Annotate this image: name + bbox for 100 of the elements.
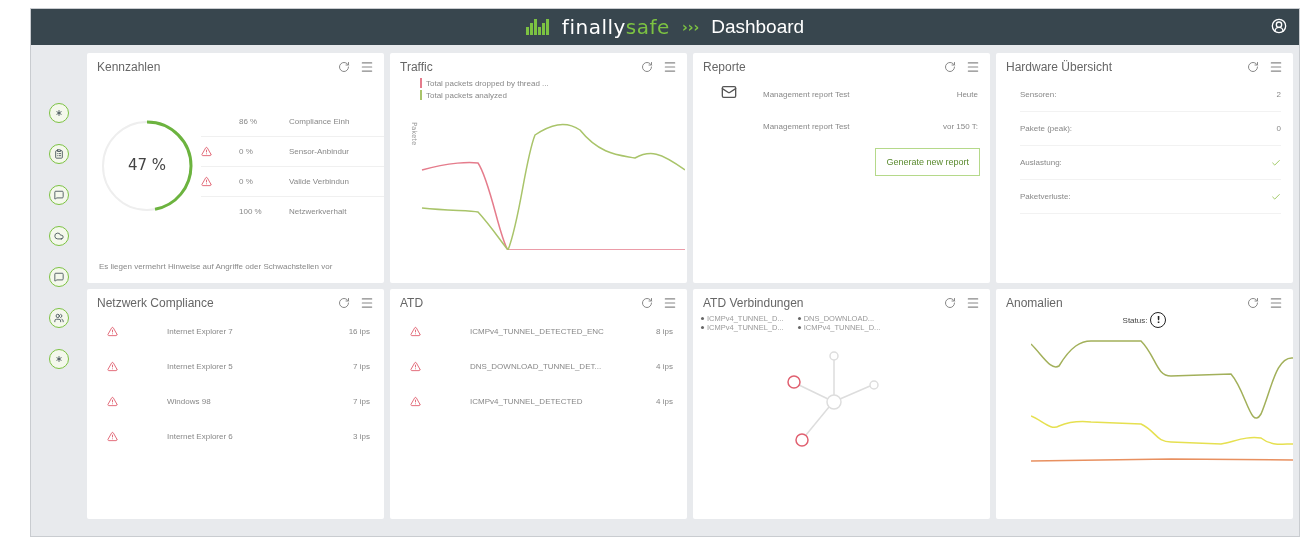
sidebar-button[interactable] <box>49 267 69 287</box>
refresh-button[interactable] <box>641 61 653 73</box>
metric-label: Sensor-Anbindur <box>289 146 351 156</box>
refresh-button[interactable] <box>1247 61 1259 73</box>
report-date: vor 150 T: <box>943 121 978 131</box>
bullet-icon <box>797 317 801 320</box>
warning-icon <box>107 431 118 442</box>
ip-count: 16 ips <box>348 327 370 336</box>
gauge-value: 47 % <box>126 156 168 174</box>
bullet-icon <box>701 317 704 320</box>
graph-node <box>825 394 842 410</box>
hardware-value: 0 <box>1276 124 1281 133</box>
menu-button[interactable] <box>663 60 677 74</box>
ip-count: 4 ips <box>656 397 673 406</box>
menu-button[interactable] <box>360 60 374 74</box>
warning-icon <box>107 361 118 372</box>
refresh-button[interactable] <box>641 297 653 309</box>
ip-count: 3 ips <box>353 432 370 441</box>
mail-icon <box>721 84 737 100</box>
card-title: Netzwerk Compliance <box>97 296 215 310</box>
metric-label: Compliance Einh <box>289 116 351 126</box>
report-name[interactable]: Management report Test <box>763 89 957 99</box>
card-title: Hardware Übersicht <box>1006 60 1114 74</box>
menu-button[interactable] <box>663 296 677 310</box>
sidebar-button[interactable] <box>49 144 69 164</box>
status-message: Es liegen vermehrt Hinweise auf Angriffe oder Schwachstellen vor <box>99 262 333 271</box>
menu-button[interactable] <box>360 296 374 310</box>
graph-edge <box>838 385 871 400</box>
user-button[interactable] <box>1271 18 1287 34</box>
ip-count: 7 ips <box>353 397 370 406</box>
warning-icon <box>107 326 118 337</box>
graph-node <box>828 351 839 361</box>
legend-label: Total packets analyzed <box>426 90 507 100</box>
metric-value: 86 % <box>239 116 259 126</box>
page-title: Dashboard <box>711 16 805 38</box>
asterisk-icon <box>54 108 64 118</box>
sidebar-button[interactable] <box>49 226 69 246</box>
item-name: Internet Explorer 6 <box>167 432 234 441</box>
metric-value: 0 % <box>239 176 254 186</box>
item-name: Windows 98 <box>167 397 212 406</box>
refresh-button[interactable] <box>338 61 350 73</box>
menu-button[interactable] <box>966 60 980 74</box>
ip-count: 7 ips <box>353 362 370 371</box>
chat-icon <box>54 272 64 282</box>
check-icon <box>1271 157 1281 168</box>
clipboard-icon <box>54 149 64 159</box>
sidebar-button[interactable] <box>49 103 69 123</box>
warning-icon <box>201 145 212 157</box>
logo-text: finallysafe <box>561 15 670 39</box>
sidebar-button[interactable] <box>49 308 69 328</box>
metric-value: 100 % <box>239 206 263 216</box>
warning-icon <box>410 361 421 372</box>
check-icon <box>1271 191 1281 202</box>
item-name: Internet Explorer 5 <box>167 362 234 371</box>
ip-count: 8 ips <box>656 327 673 336</box>
card-title: Kennzahlen <box>97 60 162 74</box>
hardware-label: Pakete (peak): <box>1020 124 1073 133</box>
graph-edge <box>804 406 830 436</box>
hardware-label: Paketverluste: <box>1020 192 1071 201</box>
logo-icon <box>525 19 550 35</box>
bullet-icon <box>701 326 704 329</box>
metric-label: Valide Verbindun <box>289 176 350 186</box>
graph-node <box>786 375 801 389</box>
sidebar-button[interactable] <box>49 349 69 369</box>
card-title: ATD Verbindungen <box>703 296 805 310</box>
refresh-button[interactable] <box>944 61 956 73</box>
menu-button[interactable] <box>966 296 980 310</box>
warning-icon <box>201 175 212 187</box>
graph-edge <box>797 384 829 400</box>
users-icon <box>54 313 64 323</box>
item-name: DNS_DOWNLOAD_TUNNEL_DET... <box>470 362 603 371</box>
refresh-button[interactable] <box>338 297 350 309</box>
card-title: Anomalien <box>1006 296 1064 310</box>
report-name[interactable]: Management report Test <box>763 121 943 131</box>
hardware-value: 2 <box>1276 90 1281 99</box>
card-title: Reporte <box>703 60 747 74</box>
status-label: Status: <box>1122 315 1148 325</box>
refresh-button[interactable] <box>944 297 956 309</box>
breadcrumb-separator: ››› <box>681 19 700 35</box>
item-name: ICMPv4_TUNNEL_DETECTED_ENC <box>470 327 605 336</box>
refresh-button[interactable] <box>1247 297 1259 309</box>
cloud-icon <box>54 231 64 241</box>
ip-count: 4 ips <box>656 362 673 371</box>
generate-report-button[interactable]: Generate new report <box>875 148 980 176</box>
warning-icon <box>410 326 421 337</box>
metric-label: Netzwerkverhalt <box>289 206 348 216</box>
graph-node <box>794 433 809 447</box>
report-date: Heute <box>956 89 978 99</box>
item-name: ICMPv4_TUNNEL_DETECTED <box>470 397 584 406</box>
bullet-icon <box>797 326 801 329</box>
hardware-label: Sensoren: <box>1020 90 1057 99</box>
asterisk-icon <box>54 354 64 364</box>
menu-button[interactable] <box>1269 60 1283 74</box>
graph-node <box>868 380 879 390</box>
card-title: Traffic <box>400 60 434 74</box>
menu-button[interactable] <box>1269 296 1283 310</box>
legend-label: Total packets dropped by thread ... <box>426 78 549 88</box>
metric-value: 0 % <box>239 146 254 156</box>
item-name: Internet Explorer 7 <box>167 327 234 336</box>
sidebar-button[interactable] <box>49 185 69 205</box>
